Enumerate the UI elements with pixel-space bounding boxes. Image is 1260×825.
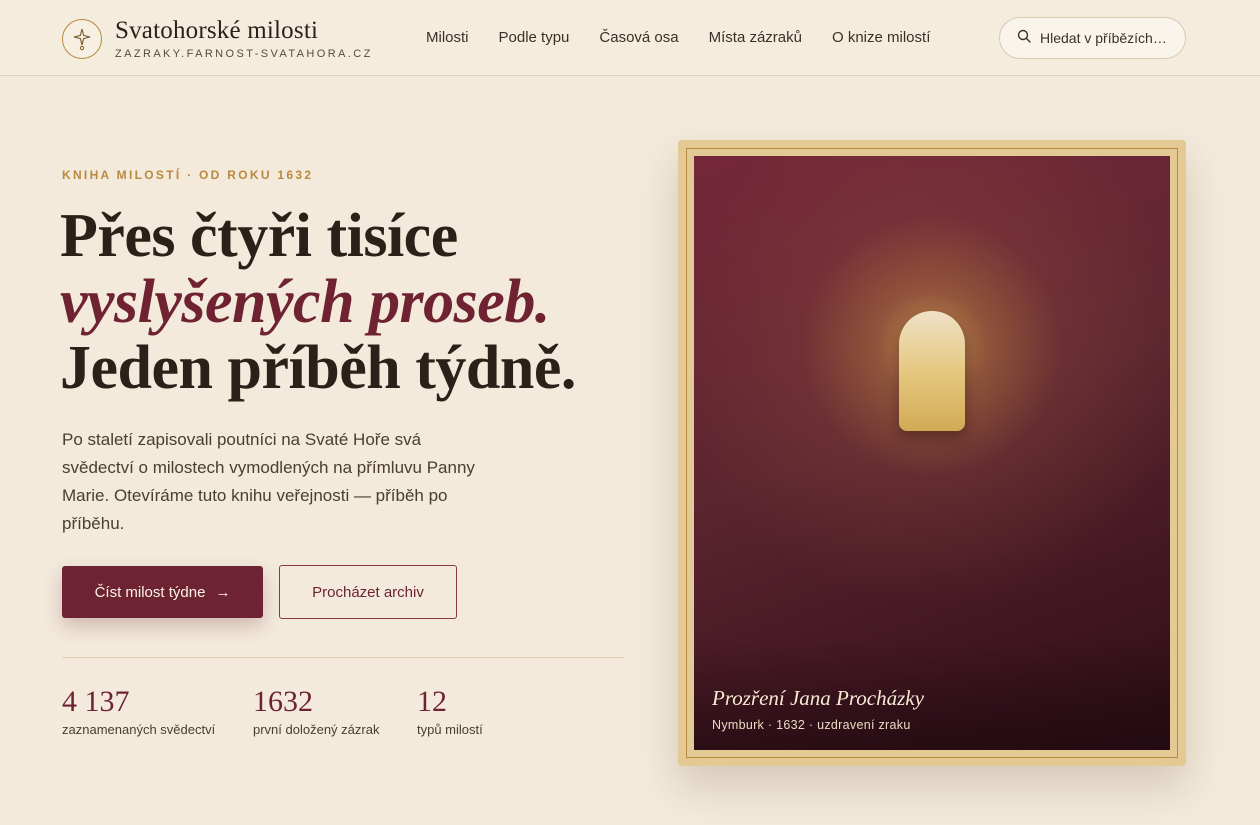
stat-value: 1632: [253, 685, 313, 718]
stat-value: 12: [417, 685, 447, 718]
featured-meta: Nymburk · 1632 · uzdravení zraku: [712, 718, 911, 732]
search-box[interactable]: [999, 17, 1186, 59]
stat-label: typů milostí: [417, 722, 483, 737]
site-domain: ZAZRAKY.FARNOST-SVATAHORA.CZ: [115, 48, 373, 60]
read-weekly-grace-label: Číst milost týdne: [94, 583, 206, 601]
read-weekly-grace-button[interactable]: Číst milost týdne →: [62, 566, 263, 618]
stat-grace-types: 12 typů milostí: [417, 685, 483, 738]
site-title: Svatohorské milosti: [115, 17, 319, 44]
search-input[interactable]: [1040, 30, 1178, 46]
brand[interactable]: Svatohorské milosti ZAZRAKY.FARNOST-SVAT…: [62, 18, 373, 60]
arrow-right-icon: →: [215, 583, 231, 601]
stat-value: 4 137: [62, 685, 130, 718]
hero-lead: Po staletí zapisovali poutníci na Svaté …: [62, 430, 475, 533]
headline-line-2: vyslyšených proseb.: [60, 268, 550, 336]
nav-item-o-knize[interactable]: O knize milostí: [832, 29, 930, 46]
nav-item-casova-osa[interactable]: Časová osa: [599, 29, 678, 46]
stat-label: zaznamenaných svědectví: [62, 722, 216, 737]
nav-item-mista-zazraku[interactable]: Místa zázraků: [709, 29, 802, 46]
sparkle-icon: [62, 19, 102, 59]
stat-testimonies: 4 137 zaznamenaných svědectví: [62, 685, 216, 738]
headline-line-3: Jeden příběh týdně.: [60, 334, 576, 402]
browse-archive-button[interactable]: Procházet archiv: [279, 565, 457, 619]
featured-illustration: Prozření Jana Procházky Nymburk · 1632 ·…: [694, 156, 1170, 750]
nav-item-podle-typu[interactable]: Podle typu: [499, 29, 570, 46]
candle-light-icon: [899, 311, 965, 431]
stat-first-miracle: 1632 první doložený zázrak: [253, 685, 380, 738]
featured-title: Prozření Jana Procházky: [712, 686, 924, 710]
nav-item-milosti[interactable]: Milosti: [426, 29, 469, 46]
site-header: Svatohorské milosti ZAZRAKY.FARNOST-SVAT…: [0, 0, 1260, 76]
hero-eyebrow: KNIHA MILOSTÍ · OD ROKU 1632: [62, 168, 314, 182]
headline-line-1: Přes čtyři tisíce: [60, 202, 458, 270]
stats-divider: [62, 657, 624, 658]
search-icon: [1017, 29, 1031, 48]
featured-story-card[interactable]: Prozření Jana Procházky Nymburk · 1632 ·…: [678, 140, 1186, 766]
main-nav: Milosti Podle typu Časová osa Místa zázr…: [426, 29, 960, 46]
hero-headline: Přes čtyři tisíce vyslyšených proseb. Je…: [60, 203, 660, 401]
stat-label: první doložený zázrak: [253, 722, 380, 737]
